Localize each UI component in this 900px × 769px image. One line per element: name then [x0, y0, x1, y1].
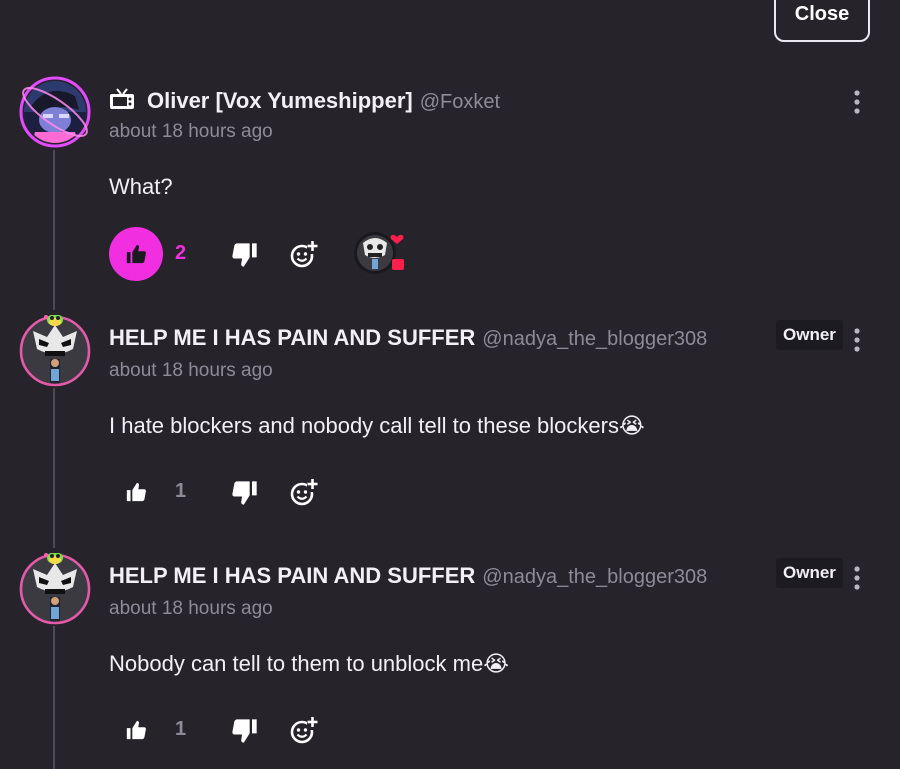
more-options-icon[interactable] [850, 89, 864, 115]
thumbs-up-icon [126, 482, 146, 502]
thread-line [53, 388, 55, 548]
comment-text: Nobody can tell to them to unblock me😭 [109, 651, 509, 676]
thread-line [53, 626, 55, 769]
thumbs-up-icon [126, 244, 146, 264]
thumbs-up-icon [126, 720, 146, 740]
comment-header: HELP ME I HAS PAIN AND SUFFER @nadya_the… [109, 325, 707, 351]
add-reaction-icon[interactable] [289, 715, 319, 745]
reaction-preview[interactable] [341, 225, 417, 281]
like-count: 1 [175, 718, 187, 740]
reactor-avatar-icon [353, 232, 404, 274]
user-handle[interactable]: @Foxket [420, 91, 500, 114]
owner-badge: Owner [776, 320, 843, 350]
like-button[interactable] [109, 465, 163, 519]
add-reaction-icon[interactable] [289, 239, 319, 269]
comment-header: Oliver [Vox Yumeshipper] @Foxket [109, 86, 500, 114]
dislike-icon[interactable] [231, 479, 259, 507]
avatar[interactable] [19, 553, 91, 625]
avatar[interactable] [19, 76, 91, 148]
user-handle[interactable]: @nadya_the_blogger308 [482, 328, 707, 351]
avatar-image [19, 76, 91, 148]
comment-header: HELP ME I HAS PAIN AND SUFFER @nadya_the… [109, 563, 707, 589]
avatar[interactable] [19, 315, 91, 387]
like-count: 2 [175, 242, 187, 264]
timestamp: about 18 hours ago [109, 360, 273, 381]
thread-line [53, 150, 55, 310]
more-options-icon[interactable] [850, 565, 864, 591]
add-reaction-icon[interactable] [289, 477, 319, 507]
more-options-icon[interactable] [850, 327, 864, 353]
avatar-image [19, 553, 91, 625]
username[interactable]: HELP ME I HAS PAIN AND SUFFER [109, 563, 475, 589]
like-button[interactable] [109, 227, 163, 281]
comment-text: I hate blockers and nobody call tell to … [109, 413, 645, 438]
timestamp: about 18 hours ago [109, 121, 273, 142]
like-button[interactable] [109, 703, 163, 757]
timestamp: about 18 hours ago [109, 598, 273, 619]
like-count: 1 [175, 480, 187, 502]
owner-badge: Owner [776, 558, 843, 588]
user-handle[interactable]: @nadya_the_blogger308 [482, 566, 707, 589]
close-button[interactable]: Close [774, 0, 870, 42]
username[interactable]: Oliver [Vox Yumeshipper] [147, 88, 413, 114]
dislike-icon[interactable] [231, 717, 259, 745]
username[interactable]: HELP ME I HAS PAIN AND SUFFER [109, 325, 475, 351]
dislike-icon[interactable] [231, 241, 259, 269]
avatar-image [19, 315, 91, 387]
comment-thread-panel: Close Oliver [Vox Yumeshipper] @Foxket a… [0, 0, 900, 769]
tv-icon [109, 88, 135, 110]
comment-text: What? [109, 174, 173, 199]
